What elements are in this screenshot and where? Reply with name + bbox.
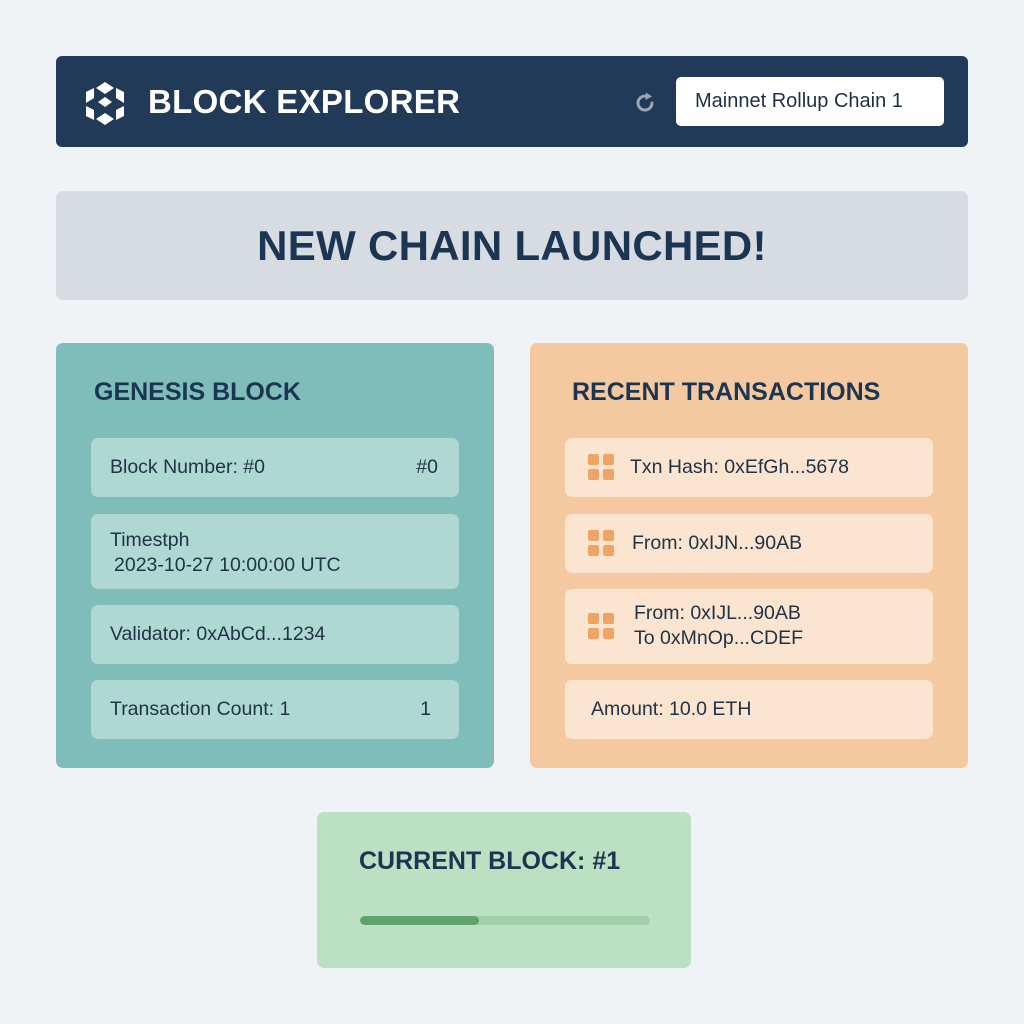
recent-transactions-panel: RECENT TRANSACTIONS Txn Hash: 0xEfGh...5… [530, 343, 968, 768]
block-progress-bar [360, 916, 650, 925]
block-number-row[interactable]: Block Number: #0 #0 [91, 438, 459, 497]
transaction-amount-label: Amount: 10.0 ETH [591, 698, 752, 720]
transaction-count-value: 1 [420, 698, 431, 720]
transaction-count-row[interactable]: Transaction Count: 1 1 [91, 680, 459, 739]
genesis-panel-title: GENESIS BLOCK [94, 378, 301, 406]
snowflake-cube-logo-icon [86, 82, 124, 125]
block-number-value: #0 [416, 456, 438, 478]
banner-text: NEW CHAIN LAUNCHED! [257, 221, 767, 269]
network-select[interactable]: Mainnet Rollup Chain 1 [676, 77, 944, 126]
transaction-count-label: Transaction Count: 1 [110, 698, 291, 720]
grid-icon [588, 454, 614, 480]
block-number-label: Block Number: #0 [110, 456, 265, 478]
transaction-item[interactable]: From: 0xIJL...90AB To 0xMnOp...CDEF [565, 589, 933, 664]
grid-icon [588, 530, 614, 556]
transaction-from-text: From: 0xIJN...90AB [632, 532, 803, 554]
transaction-amount-row[interactable]: Amount: 10.0 ETH [565, 680, 933, 739]
current-block-card: CURRENT BLOCK: #1 [317, 812, 691, 968]
transaction-item[interactable]: From: 0xIJN...90AB [565, 514, 933, 573]
transaction-item[interactable]: Txn Hash: 0xEfGh...5678 [565, 438, 933, 497]
validator-row[interactable]: Validator: 0xAbCd...1234 [91, 605, 459, 664]
refresh-icon [636, 92, 654, 112]
transaction-hash-text: Txn Hash: 0xEfGh...5678 [630, 456, 849, 478]
block-progress-fill [360, 916, 479, 925]
transactions-panel-title: RECENT TRANSACTIONS [572, 378, 881, 406]
validator-label: Validator: 0xAbCd...1234 [110, 623, 326, 645]
timestamp-value: 2023-10-27 10:00:00 UTC [114, 554, 341, 576]
genesis-block-panel: GENESIS BLOCK Block Number: #0 #0 Timest… [56, 343, 494, 768]
app-title: BLOCK EXPLORER [148, 83, 461, 120]
grid-icon [588, 613, 614, 639]
timestamp-label: Timestph [110, 529, 190, 551]
transaction-to-text: To 0xMnOp...CDEF [634, 627, 804, 649]
launch-banner: NEW CHAIN LAUNCHED! [56, 191, 968, 300]
refresh-button[interactable] [628, 86, 662, 120]
transaction-from-text: From: 0xIJL...90AB [634, 602, 801, 624]
timestamp-row[interactable]: Timestph 2023-10-27 10:00:00 UTC [91, 514, 459, 589]
current-block-title: CURRENT BLOCK: #1 [359, 847, 621, 875]
